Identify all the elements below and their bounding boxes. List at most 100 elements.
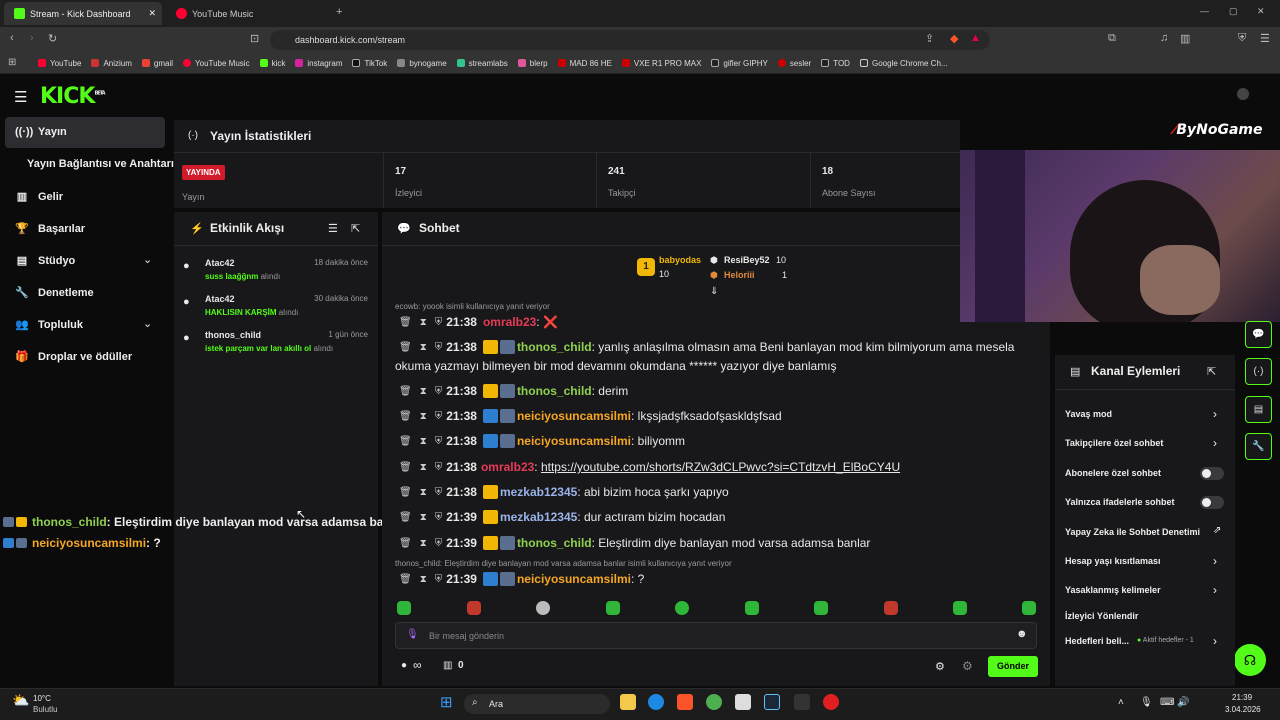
bookmark-item[interactable]: Google Chrome Ch... xyxy=(859,59,948,68)
chrome-icon[interactable] xyxy=(706,694,722,710)
message-user[interactable]: neiciyosuncamsilmi xyxy=(517,434,631,448)
action-account-age[interactable]: Hesap yaşı kısıtlaması xyxy=(1065,556,1161,566)
emotes-only-toggle[interactable] xyxy=(1200,496,1224,509)
emote-icon[interactable] xyxy=(953,601,967,615)
close-window-icon[interactable]: ✕ xyxy=(1257,6,1265,17)
delete-icon[interactable]: 🗑 xyxy=(399,317,412,328)
bookmark-item[interactable]: VXE R1 PRO MAX xyxy=(621,59,701,68)
chevron-right-icon[interactable]: › xyxy=(1213,407,1217,421)
message-user[interactable]: omralb23 xyxy=(483,315,536,329)
microphone-icon[interactable]: 🎙 xyxy=(406,629,419,640)
brave-icon[interactable] xyxy=(677,694,693,710)
bookmark-item[interactable]: sesler xyxy=(777,59,811,68)
action-raid[interactable]: İzleyici Yönlendir xyxy=(1065,611,1138,621)
delete-icon[interactable]: 🗑 xyxy=(399,574,412,585)
sidebar-toggle-icon[interactable]: ▥ xyxy=(1180,32,1190,45)
timeout-icon[interactable]: ⧗ xyxy=(420,436,427,447)
bookmark-icon[interactable]: ⊡ xyxy=(250,32,259,45)
timeout-icon[interactable]: ⧗ xyxy=(420,462,427,473)
emote-icon[interactable] xyxy=(606,601,620,615)
tray-chevron-icon[interactable]: ˄ xyxy=(1118,697,1124,708)
bookmark-item[interactable]: gifler GIPHY xyxy=(711,59,768,68)
emoji-picker-icon[interactable]: ☻ xyxy=(1016,628,1028,640)
message-user[interactable]: omralb23 xyxy=(481,460,534,474)
timeout-icon[interactable]: ⧗ xyxy=(420,317,427,328)
delete-icon[interactable]: 🗑 xyxy=(399,538,412,549)
delete-icon[interactable]: 🗑 xyxy=(399,512,412,523)
bookmark-item[interactable]: TikTok xyxy=(352,59,387,68)
shield-icon[interactable]: ⛨ xyxy=(435,436,443,447)
timeout-icon[interactable]: ⧗ xyxy=(420,386,427,397)
menu-icon[interactable]: ☰ xyxy=(1260,32,1270,45)
mic-tray-icon[interactable]: 🎙 xyxy=(1140,697,1153,708)
share-icon[interactable]: ⇪ xyxy=(925,32,934,45)
action-ai-moderation[interactable]: Yapay Zeka ile Sohbet Denetimi xyxy=(1065,527,1200,537)
timeout-icon[interactable]: ⧗ xyxy=(420,411,427,422)
emote-icon[interactable] xyxy=(397,601,411,615)
taskbar-search[interactable]: ⌕ Ara xyxy=(464,694,610,714)
delete-icon[interactable]: 🗑 xyxy=(399,436,412,447)
message-user[interactable]: mezkab12345 xyxy=(500,485,577,499)
obs-icon[interactable] xyxy=(823,694,839,710)
close-tab-icon[interactable]: ✕ xyxy=(148,8,156,19)
forward-icon[interactable]: › xyxy=(30,32,34,44)
message-user[interactable]: neiciyosuncamsilmi xyxy=(517,409,631,423)
steam-icon[interactable] xyxy=(764,694,780,710)
emote-icon[interactable] xyxy=(814,601,828,615)
support-headset-button[interactable]: ☊ xyxy=(1234,644,1266,676)
volume-icon[interactable]: 🔊 xyxy=(1177,697,1189,708)
action-followers-only[interactable]: Takipçilere özel sohbet xyxy=(1065,438,1163,448)
bookmark-item[interactable]: kick xyxy=(259,59,285,68)
emote-icon[interactable] xyxy=(536,601,550,615)
file-explorer-icon[interactable] xyxy=(620,694,636,710)
sidebar-item-revenue[interactable]: ▥ Gelir xyxy=(15,190,63,204)
app-icon[interactable] xyxy=(794,694,810,710)
minimize-icon[interactable]: — xyxy=(1200,6,1209,16)
bookmark-item[interactable]: instagram xyxy=(295,59,342,68)
chevron-right-icon[interactable]: › xyxy=(1213,634,1217,648)
shield-icon[interactable]: ⛨ xyxy=(435,317,443,328)
broadcast-tool-button[interactable]: (·) xyxy=(1245,358,1272,385)
moderation-tool-button[interactable]: 🔧 xyxy=(1245,433,1272,460)
windows-start-icon[interactable]: ⊞ xyxy=(440,693,453,711)
delete-icon[interactable]: 🗑 xyxy=(399,462,412,473)
bookmark-item[interactable]: streamlabs xyxy=(456,59,508,68)
message-user[interactable]: thonos_child xyxy=(517,384,592,398)
timeout-icon[interactable]: ⧗ xyxy=(420,574,427,585)
vpn-icon[interactable]: ⛨ xyxy=(1238,32,1246,45)
chat-tool-button[interactable]: 💬 xyxy=(1245,321,1272,348)
weather-temp[interactable]: 10°C xyxy=(33,694,51,703)
sidebar-item-community[interactable]: 👥 Topluluk xyxy=(15,318,83,332)
shield-icon[interactable]: ⛨ xyxy=(435,574,443,585)
send-button[interactable]: Gönder xyxy=(988,656,1038,677)
sidebar-item-stream-key[interactable]: Yayın Bağlantısı ve Anahtarı xyxy=(27,158,174,170)
timeout-icon[interactable]: ⧗ xyxy=(420,512,427,523)
kick-logo[interactable]: KICKBETA xyxy=(40,84,106,109)
apps-grid-icon[interactable]: ⊞ xyxy=(8,57,16,68)
shield-icon[interactable]: ⛨ xyxy=(435,462,443,473)
sidebar-item-stream[interactable]: ((·)) Yayın xyxy=(15,126,67,138)
external-link-icon[interactable]: ⇗ xyxy=(1213,525,1221,536)
back-icon[interactable]: ‹ xyxy=(10,32,14,44)
emote-icon[interactable] xyxy=(745,601,759,615)
bookmark-item[interactable]: Anizium xyxy=(91,59,132,68)
chevron-down-icon[interactable]: ⌄ xyxy=(143,253,152,266)
extensions-icon[interactable]: ⧉ xyxy=(1108,32,1116,45)
sidebar-item-studio[interactable]: ▤ Stüdyo xyxy=(15,254,75,268)
bookmark-item[interactable]: bynogame xyxy=(397,59,447,68)
clock-time[interactable]: 21:39 xyxy=(1232,693,1252,702)
chevron-right-icon[interactable]: › xyxy=(1213,554,1217,568)
bookmark-item[interactable]: YouTube xyxy=(38,59,81,68)
brave-shields-icon[interactable]: ◆ xyxy=(950,32,958,45)
delete-icon[interactable]: 🗑 xyxy=(399,386,412,397)
message-user[interactable]: neiciyosuncamsilmi xyxy=(517,572,631,586)
sidebar-item-achievements[interactable]: 🏆 Başarılar xyxy=(15,222,85,236)
emote-icon[interactable] xyxy=(884,601,898,615)
emote-icon[interactable] xyxy=(1022,601,1036,615)
expand-down-icon[interactable]: ⇓ xyxy=(710,286,718,297)
emote-icon[interactable] xyxy=(467,601,481,615)
media-icon[interactable]: ♫ xyxy=(1160,32,1168,44)
hamburger-menu-icon[interactable]: ☰ xyxy=(14,88,27,106)
popout-icon[interactable]: ⇱ xyxy=(351,222,360,235)
chevron-down-icon[interactable]: ⌄ xyxy=(143,317,152,330)
